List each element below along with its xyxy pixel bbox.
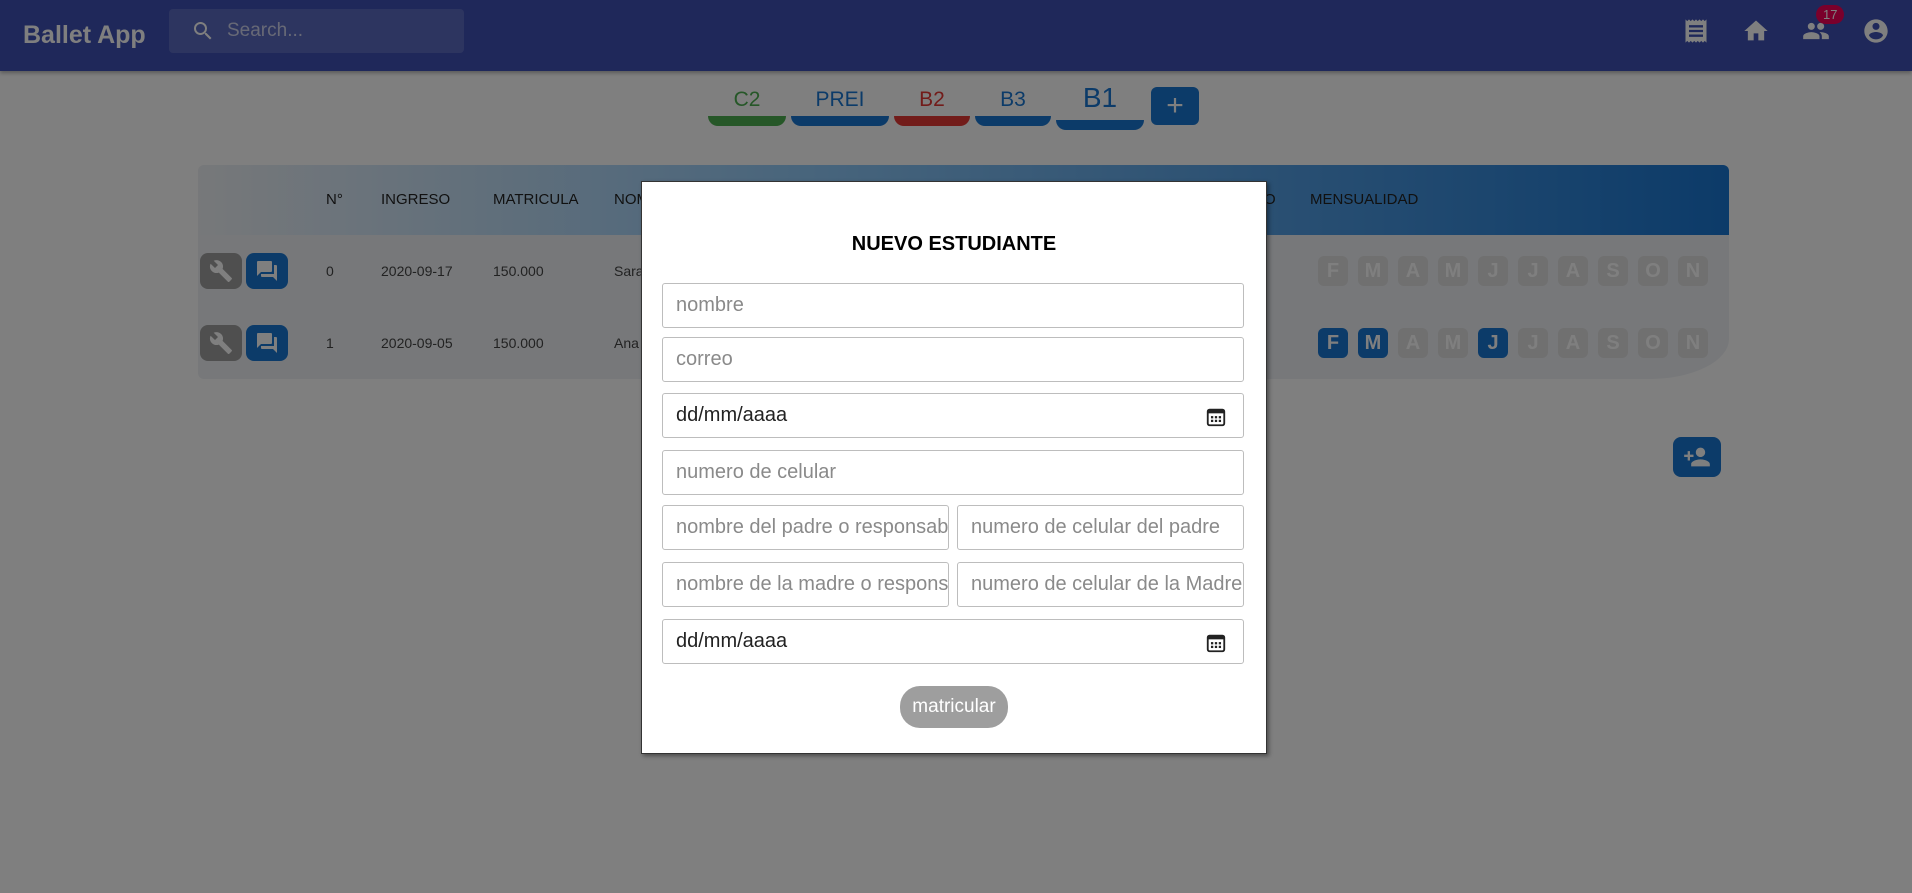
nombre-input[interactable]: [676, 294, 1243, 317]
ingreso-date-field[interactable]: dd/mm/aaaa: [662, 619, 1244, 664]
birthdate-value: dd/mm/aaaa: [676, 404, 788, 426]
padre-celular-field[interactable]: [957, 505, 1244, 550]
madre-input[interactable]: [676, 573, 948, 596]
dialog-title: NUEVO ESTUDIANTE: [851, 233, 1057, 255]
birthdate-field[interactable]: dd/mm/aaaa: [662, 393, 1244, 438]
new-student-dialog: NUEVO ESTUDIANTE dd/mm/aaaa dd/mm/aaaa m…: [641, 181, 1267, 754]
matricular-button[interactable]: matricular: [900, 686, 1008, 728]
celular-field[interactable]: [662, 450, 1244, 495]
nombre-field[interactable]: [662, 283, 1244, 328]
madre-celular-field[interactable]: [957, 562, 1244, 607]
correo-input[interactable]: [676, 348, 1243, 371]
padre-celular-input[interactable]: [971, 516, 1243, 539]
madre-field[interactable]: [662, 562, 949, 607]
calendar-icon[interactable]: [1205, 632, 1227, 654]
correo-field[interactable]: [662, 337, 1244, 382]
madre-celular-input[interactable]: [971, 573, 1243, 596]
celular-input[interactable]: [676, 461, 1243, 484]
padre-field[interactable]: [662, 505, 949, 550]
ingreso-date-value: dd/mm/aaaa: [676, 630, 788, 652]
calendar-icon[interactable]: [1205, 406, 1227, 428]
padre-input[interactable]: [676, 516, 948, 539]
